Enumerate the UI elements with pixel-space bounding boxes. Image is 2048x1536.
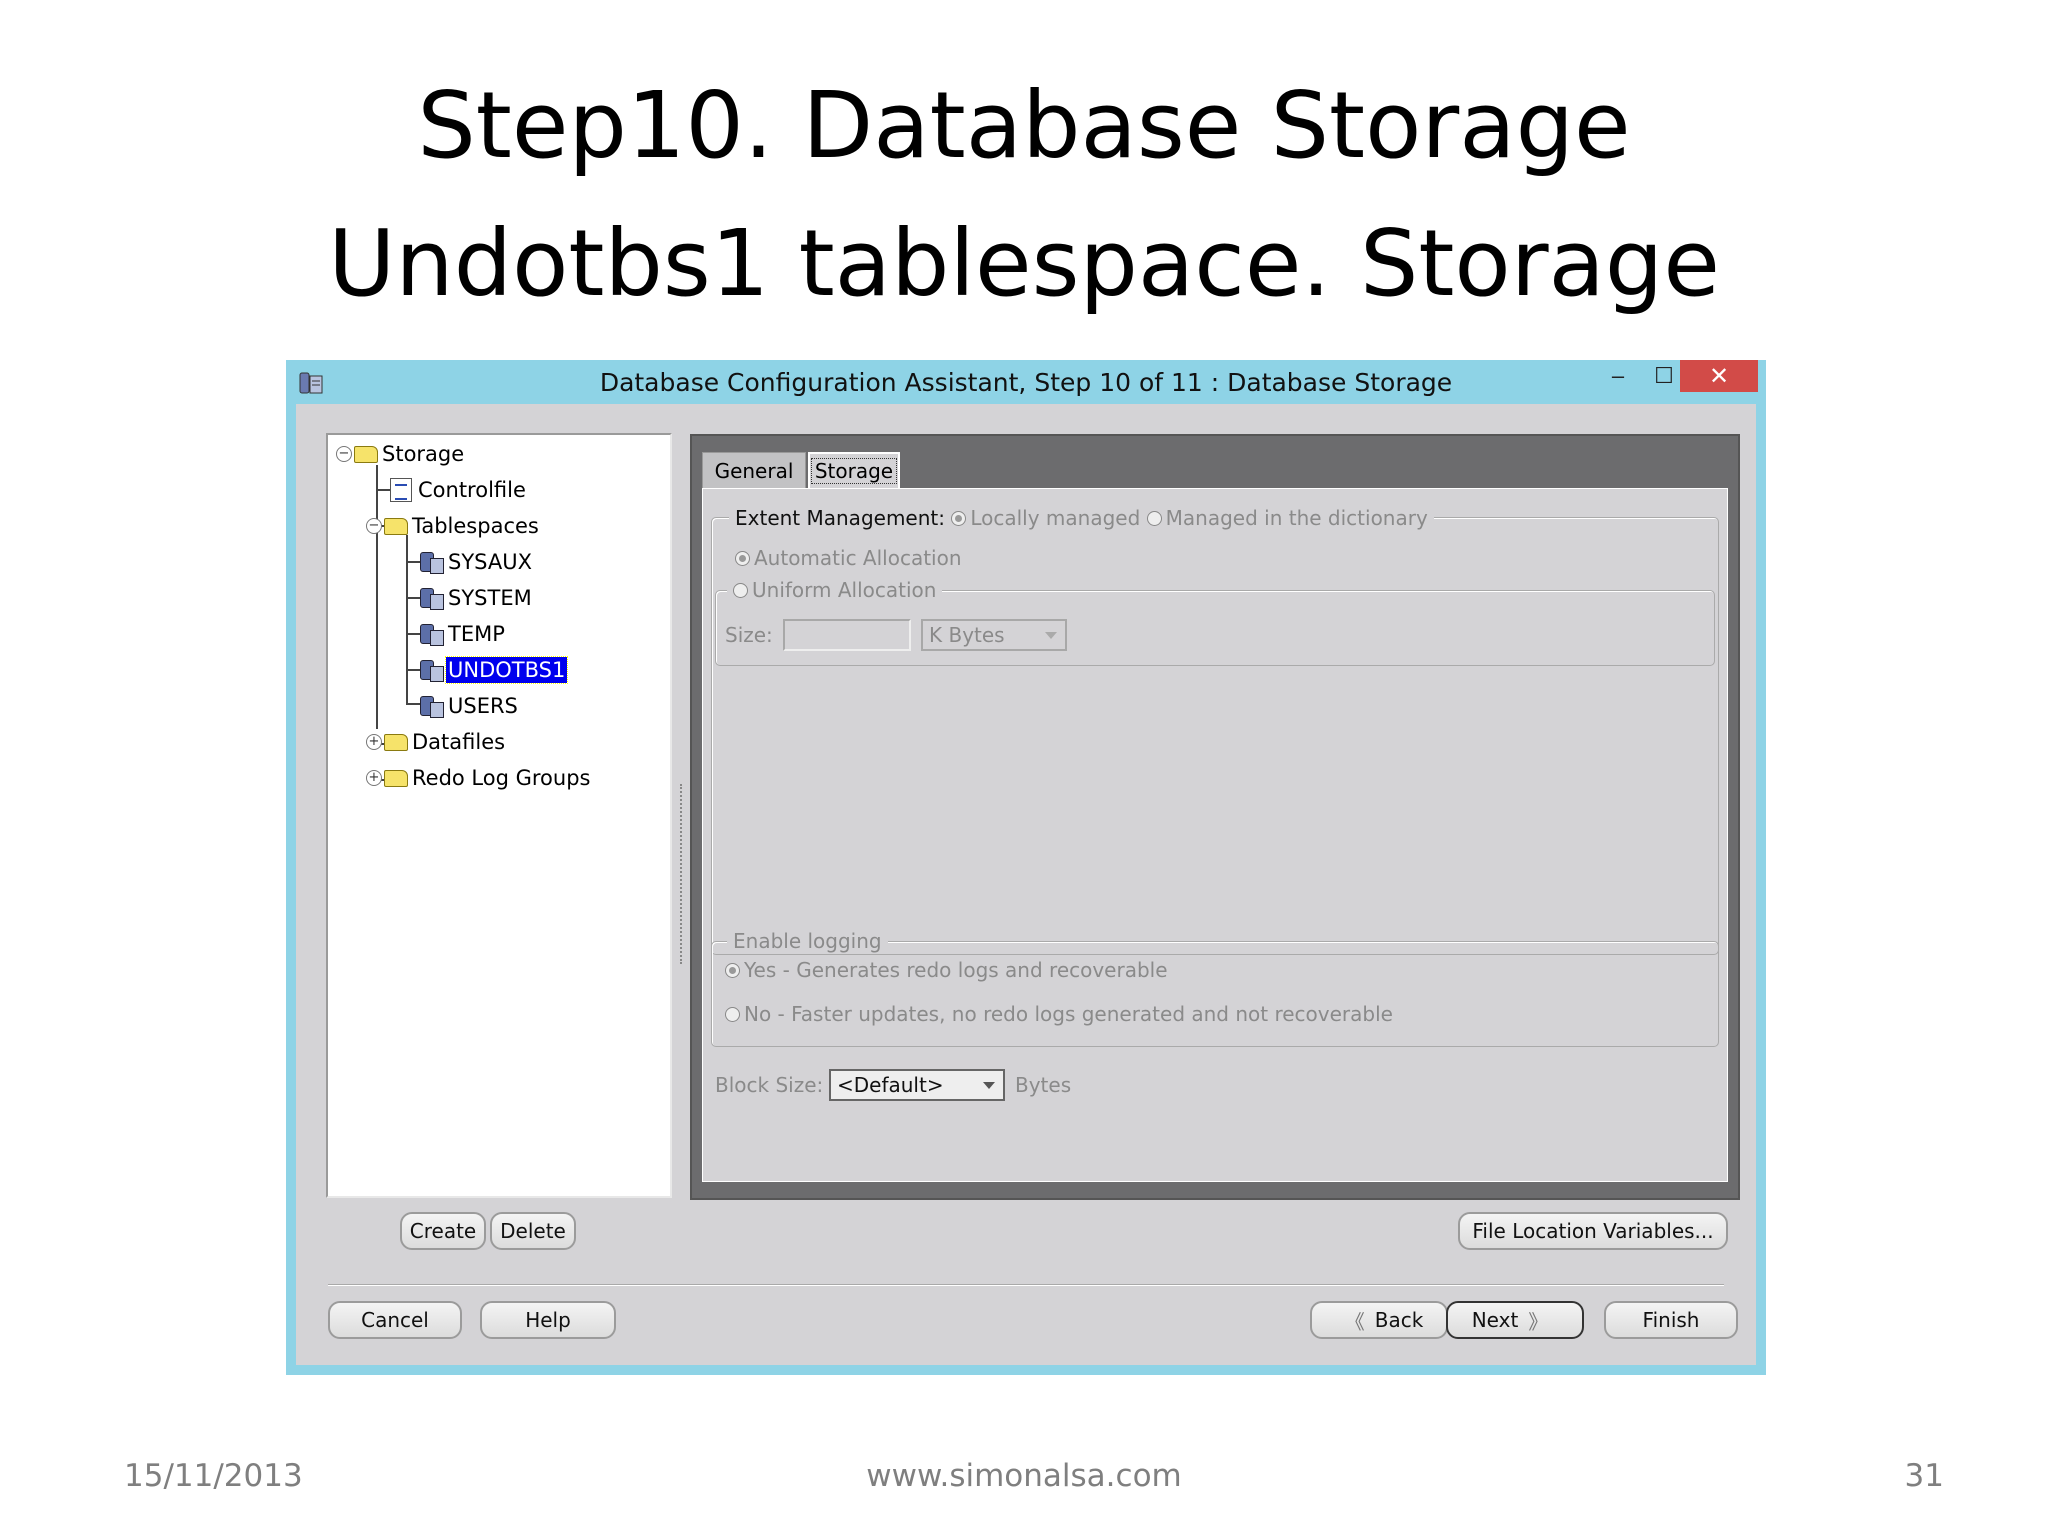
slide-title-line2: Undotbs1 tablespace. Storage — [328, 210, 1720, 317]
folder-icon — [384, 733, 408, 751]
properties-panel: General Storage Extent Management: Local… — [690, 434, 1740, 1200]
automatic-allocation-option[interactable]: Automatic Allocation — [735, 545, 962, 571]
logging-yes-label: Yes - Generates redo logs and recoverabl… — [744, 958, 1168, 982]
tree-node-tablespaces[interactable]: − Tablespaces — [366, 511, 541, 541]
slide-title-line1: Step10. Database Storage — [417, 72, 1631, 179]
tab-storage[interactable]: Storage — [808, 452, 900, 488]
tablespace-icon — [418, 622, 444, 646]
expand-icon[interactable]: + — [366, 770, 382, 786]
logging-no-label: No - Faster updates, no redo logs genera… — [744, 1002, 1393, 1026]
collapse-icon[interactable]: − — [336, 446, 352, 462]
window-titlebar[interactable]: Database Configuration Assistant, Step 1… — [286, 360, 1766, 404]
tree-node-sysaux[interactable]: SYSAUX — [418, 547, 534, 577]
locally-managed-label: Locally managed — [970, 506, 1141, 530]
uniform-allocation-radio[interactable] — [733, 582, 748, 598]
chevron-left-icon: 《 — [1344, 1309, 1365, 1334]
managed-dictionary-radio[interactable] — [1146, 510, 1162, 526]
extent-management-legend: Extent Management: Locally managed Manag… — [729, 505, 1434, 531]
size-unit-value: K Bytes — [929, 623, 1005, 647]
storage-tab-body: Extent Management: Locally managed Manag… — [702, 488, 1728, 1182]
footer-separator — [328, 1284, 1724, 1286]
tree-node-label: TEMP — [448, 622, 505, 646]
tree-node-users[interactable]: USERS — [418, 691, 520, 721]
folder-icon — [354, 445, 378, 463]
tree-node-storage[interactable]: − Storage — [336, 439, 466, 469]
tablespace-icon — [418, 694, 444, 718]
chevron-right-icon: 》 — [1528, 1309, 1549, 1334]
delete-button[interactable]: Delete — [490, 1212, 576, 1250]
folder-icon — [384, 517, 408, 535]
tree-node-undotbs1[interactable]: UNDOTBS1 — [418, 655, 569, 685]
size-input[interactable] — [783, 619, 911, 651]
logging-yes-option[interactable]: Yes - Generates redo logs and recoverabl… — [725, 957, 1168, 983]
tree-node-label: USERS — [448, 694, 518, 718]
tree-node-label: Tablespaces — [412, 514, 539, 538]
storage-tree[interactable]: − Storage Controlfile − Tablespaces SYSA… — [326, 433, 672, 1198]
automatic-allocation-radio[interactable] — [735, 550, 750, 566]
uniform-allocation-option[interactable]: Uniform Allocation — [727, 577, 943, 603]
extent-management-label: Extent Management: — [735, 506, 945, 530]
block-size-unit: Bytes — [1015, 1073, 1072, 1097]
folder-icon — [384, 769, 408, 787]
block-size-select[interactable]: <Default> — [829, 1069, 1005, 1101]
block-size-label: Block Size: — [715, 1073, 824, 1097]
collapse-icon[interactable]: − — [366, 518, 382, 534]
tree-node-label: Datafiles — [412, 730, 506, 754]
logging-no-option[interactable]: No - Faster updates, no redo logs genera… — [725, 1001, 1393, 1027]
tab-storage-label: Storage — [810, 458, 898, 484]
tablespace-icon — [418, 658, 444, 682]
file-location-variables-button[interactable]: File Location Variables... — [1458, 1212, 1728, 1250]
expand-icon[interactable]: + — [366, 734, 382, 750]
window-client: − Storage Controlfile − Tablespaces SYSA… — [296, 404, 1756, 1365]
chevron-down-icon — [983, 1082, 995, 1089]
panel-splitter[interactable] — [680, 784, 684, 964]
managed-dictionary-label: Managed in the dictionary — [1165, 506, 1428, 530]
dbca-window: Database Configuration Assistant, Step 1… — [286, 360, 1766, 1375]
minimize-button[interactable]: – — [1598, 360, 1638, 392]
locally-managed-radio[interactable] — [951, 510, 967, 526]
tree-node-redo-log-groups[interactable]: + Redo Log Groups — [366, 763, 592, 793]
size-unit-select[interactable]: K Bytes — [921, 619, 1067, 651]
help-button[interactable]: Help — [480, 1301, 616, 1339]
enable-logging-legend: Enable logging — [727, 928, 888, 954]
tablespace-icon — [418, 550, 444, 574]
logging-yes-radio[interactable] — [725, 962, 740, 978]
next-label: Next — [1471, 1308, 1519, 1332]
footer-page-number: 31 — [1904, 1458, 1944, 1494]
block-size-value: <Default> — [837, 1073, 944, 1097]
tree-node-controlfile[interactable]: Controlfile — [390, 475, 528, 505]
chevron-down-icon — [1045, 632, 1057, 639]
tree-node-temp[interactable]: TEMP — [418, 619, 507, 649]
tab-general[interactable]: General — [702, 452, 806, 488]
finish-button[interactable]: Finish — [1604, 1301, 1738, 1339]
tree-node-label: Redo Log Groups — [412, 766, 591, 790]
size-label: Size: — [725, 623, 773, 647]
tree-node-label: Storage — [382, 442, 465, 466]
back-button[interactable]: 《 Back — [1310, 1301, 1448, 1339]
uniform-allocation-label: Uniform Allocation — [752, 578, 937, 602]
close-button[interactable]: ✕ — [1680, 360, 1758, 392]
automatic-allocation-label: Automatic Allocation — [754, 546, 962, 570]
tree-node-label: Controlfile — [418, 478, 526, 502]
tree-line — [376, 465, 378, 729]
tree-node-label: SYSTEM — [448, 586, 532, 610]
tree-node-datafiles[interactable]: + Datafiles — [366, 727, 507, 757]
tree-node-label: SYSAUX — [448, 550, 532, 574]
controlfile-icon — [390, 478, 412, 502]
next-button[interactable]: Next 》 — [1446, 1301, 1584, 1339]
tree-node-label: UNDOTBS1 — [444, 656, 569, 684]
logging-no-radio[interactable] — [725, 1006, 740, 1022]
cancel-button[interactable]: Cancel — [328, 1301, 462, 1339]
footer-url: www.simonalsa.com — [866, 1458, 1182, 1494]
window-title: Database Configuration Assistant, Step 1… — [599, 368, 1453, 397]
tree-node-system[interactable]: SYSTEM — [418, 583, 534, 613]
tablespace-icon — [418, 586, 444, 610]
create-button[interactable]: Create — [400, 1212, 486, 1250]
back-label: Back — [1374, 1308, 1424, 1332]
